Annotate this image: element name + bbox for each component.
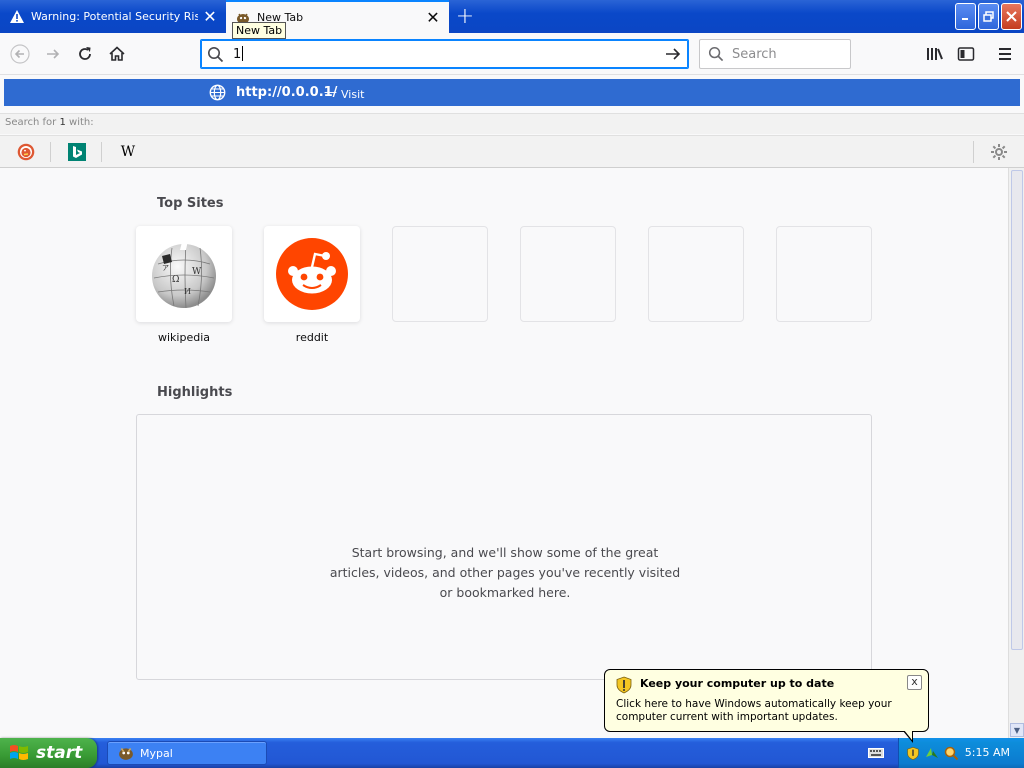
wikipedia-icon[interactable]: W <box>117 142 139 162</box>
balloon-tail-fill <box>904 730 912 740</box>
mypal-icon <box>118 745 134 761</box>
vertical-scrollbar[interactable]: ▼ <box>1008 168 1024 738</box>
svg-text:И: И <box>184 287 191 296</box>
tab-security-warning[interactable]: Warning: Potential Security Risk A ✕ <box>0 0 226 33</box>
search-settings-gear-icon[interactable] <box>989 142 1009 162</box>
system-tray: 5:15 AM <box>898 738 1024 768</box>
home-icon <box>109 46 125 61</box>
close-window-button[interactable] <box>1001 3 1022 30</box>
one-off-search-engines: W <box>0 135 1024 168</box>
taskbar: start Mypal 5:15 AM <box>0 738 1024 768</box>
close-tab-icon[interactable]: ✕ <box>421 6 445 30</box>
forward-arrow-icon <box>47 49 60 59</box>
sidebar-icon <box>957 47 975 61</box>
back-arrow-icon <box>10 44 30 64</box>
search-bar[interactable]: Search <box>699 39 851 69</box>
search-placeholder: Search <box>732 47 777 62</box>
top-site-tile-reddit[interactable] <box>264 226 360 322</box>
security-shield-icon[interactable] <box>905 745 921 761</box>
separator <box>973 141 974 163</box>
url-bar[interactable]: 1 <box>200 39 689 69</box>
url-input-value[interactable]: 1 <box>233 46 244 62</box>
top-site-tile-empty[interactable] <box>392 226 488 322</box>
scroll-down-arrow-icon[interactable]: ▼ <box>1010 723 1024 737</box>
balloon-body: Click here to have Windows automatically… <box>616 698 892 723</box>
close-tab-icon[interactable]: ✕ <box>198 5 222 29</box>
duckduckgo-icon[interactable] <box>15 142 37 162</box>
wikipedia-globe-icon: Ω W И ア <box>152 240 216 309</box>
top-sites-heading: Top Sites <box>157 196 224 211</box>
svg-text:ア: ア <box>162 264 169 272</box>
new-tab-page: Top Sites Ω W И ア wikipedia reddit Highl… <box>0 168 1008 738</box>
library-button[interactable] <box>920 39 950 69</box>
autocomplete-dash: — <box>324 85 337 100</box>
forward-button[interactable] <box>38 39 68 69</box>
taskbar-item-label: Mypal <box>140 746 173 760</box>
separator <box>50 142 51 162</box>
warning-icon <box>10 10 24 24</box>
hamburger-menu-icon <box>999 48 1011 60</box>
close-icon[interactable]: x <box>907 675 922 690</box>
clock: 5:15 AM <box>964 746 1010 759</box>
home-button[interactable] <box>102 39 132 69</box>
separator <box>101 142 102 162</box>
taskbar-item-mypal[interactable]: Mypal <box>107 741 267 765</box>
highlights-heading: Highlights <box>157 385 233 400</box>
library-icon <box>927 48 943 60</box>
bing-icon[interactable] <box>66 142 88 162</box>
top-site-tile-empty[interactable] <box>776 226 872 322</box>
menu-button[interactable] <box>990 39 1020 69</box>
search-magnifier-icon[interactable] <box>943 745 959 761</box>
svg-text:Ω: Ω <box>172 275 179 285</box>
highlights-message: Start browsing, and we'll show some of t… <box>329 545 681 600</box>
reload-button[interactable] <box>70 39 100 69</box>
new-tab-button[interactable]: + <box>449 0 481 33</box>
start-button[interactable]: start <box>0 738 97 768</box>
search-icon <box>708 46 724 65</box>
svg-text:W: W <box>192 267 202 277</box>
back-button[interactable] <box>5 39 35 69</box>
tab-tooltip: New Tab <box>232 22 287 39</box>
windows-update-balloon[interactable]: Keep your computer up to date x Click he… <box>604 669 929 743</box>
highlights-empty-state: Start browsing, and we'll show some of t… <box>136 414 872 680</box>
top-site-tile-empty[interactable] <box>648 226 744 322</box>
top-site-label: wikipedia <box>157 331 210 344</box>
search-for-suffix: with: <box>69 117 94 128</box>
go-arrow-icon[interactable] <box>664 45 682 66</box>
tab-strip: Warning: Potential Security Risk A ✕ New… <box>0 0 1024 33</box>
restore-button[interactable] <box>978 3 999 30</box>
balloon-title: Keep your computer up to date <box>640 677 835 690</box>
search-term: 1 <box>59 117 66 128</box>
autocomplete-url: http://0.0.0.1/ <box>236 85 338 100</box>
autocomplete-action: Visit <box>341 88 365 101</box>
window-controls <box>955 3 1022 30</box>
search-for-label: Search for 1 with: <box>0 113 1024 134</box>
top-site-tile-wikipedia[interactable]: Ω W И ア <box>136 226 232 322</box>
reload-icon <box>79 47 91 60</box>
tab-title: Warning: Potential Security Risk A <box>31 10 198 23</box>
autocomplete-visit-row[interactable]: http://0.0.0.1/ — Visit <box>4 79 1020 106</box>
wikipedia-letter: W <box>120 144 136 160</box>
scrollbar-thumb[interactable] <box>1011 170 1023 650</box>
navigation-toolbar: 1 Search <box>0 33 1024 75</box>
minimize-button[interactable] <box>955 3 976 30</box>
windows-logo-icon <box>8 743 30 763</box>
keyboard-icon[interactable] <box>868 747 884 762</box>
network-icon[interactable] <box>924 745 940 761</box>
security-shield-icon <box>615 676 633 697</box>
search-icon <box>207 46 224 66</box>
sidebar-button[interactable] <box>951 39 981 69</box>
reddit-icon <box>276 238 348 310</box>
top-site-tile-empty[interactable] <box>520 226 616 322</box>
search-for-prefix: Search for <box>5 117 57 128</box>
start-label: start <box>36 743 83 763</box>
globe-icon <box>209 84 226 104</box>
top-site-label: reddit <box>295 331 329 344</box>
